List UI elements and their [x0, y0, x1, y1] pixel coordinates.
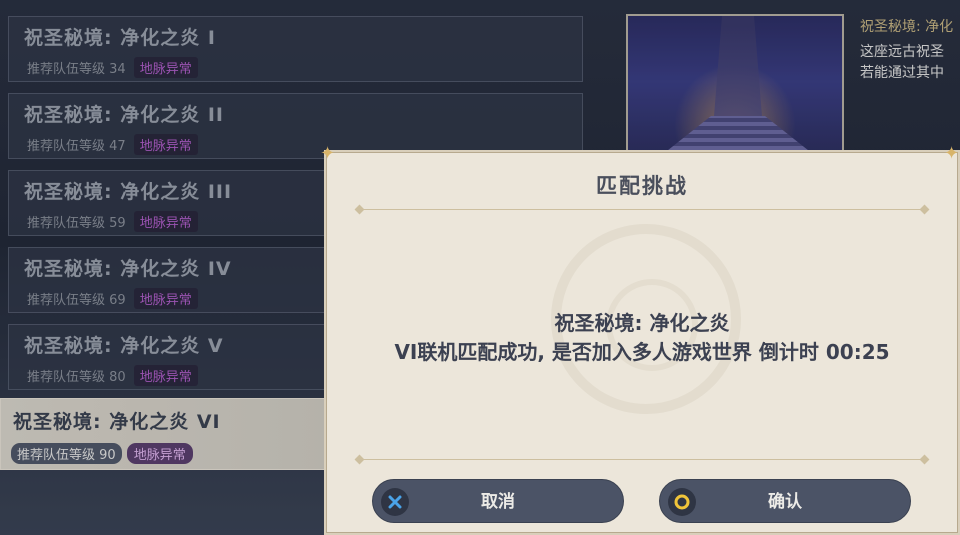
x-button-icon: [381, 488, 409, 516]
cancel-button[interactable]: 取消: [372, 479, 624, 523]
confirm-label: 确认: [768, 492, 802, 512]
corner-ornament-icon: ✦: [944, 143, 960, 164]
circle-button-icon: [668, 488, 696, 516]
cancel-label: 取消: [481, 492, 515, 512]
title-divider: [356, 209, 928, 210]
confirm-button[interactable]: 确认: [659, 479, 911, 523]
dialog-message-prompt: VI联机匹配成功, 是否加入多人游戏世界 倒计时 00:25: [394, 340, 890, 364]
corner-ornament-icon: ✦: [320, 143, 336, 164]
dialog-message-domain: 祝圣秘境: 净化之炎: [554, 311, 730, 335]
footer-divider: [356, 459, 928, 460]
matchmaking-dialog: ✦ ✦ 匹配挑战 祝圣秘境: 净化之炎 VI联机匹配成功, 是否加入多人游戏世界…: [320, 144, 960, 535]
dialog-title: 匹配挑战: [596, 174, 688, 198]
